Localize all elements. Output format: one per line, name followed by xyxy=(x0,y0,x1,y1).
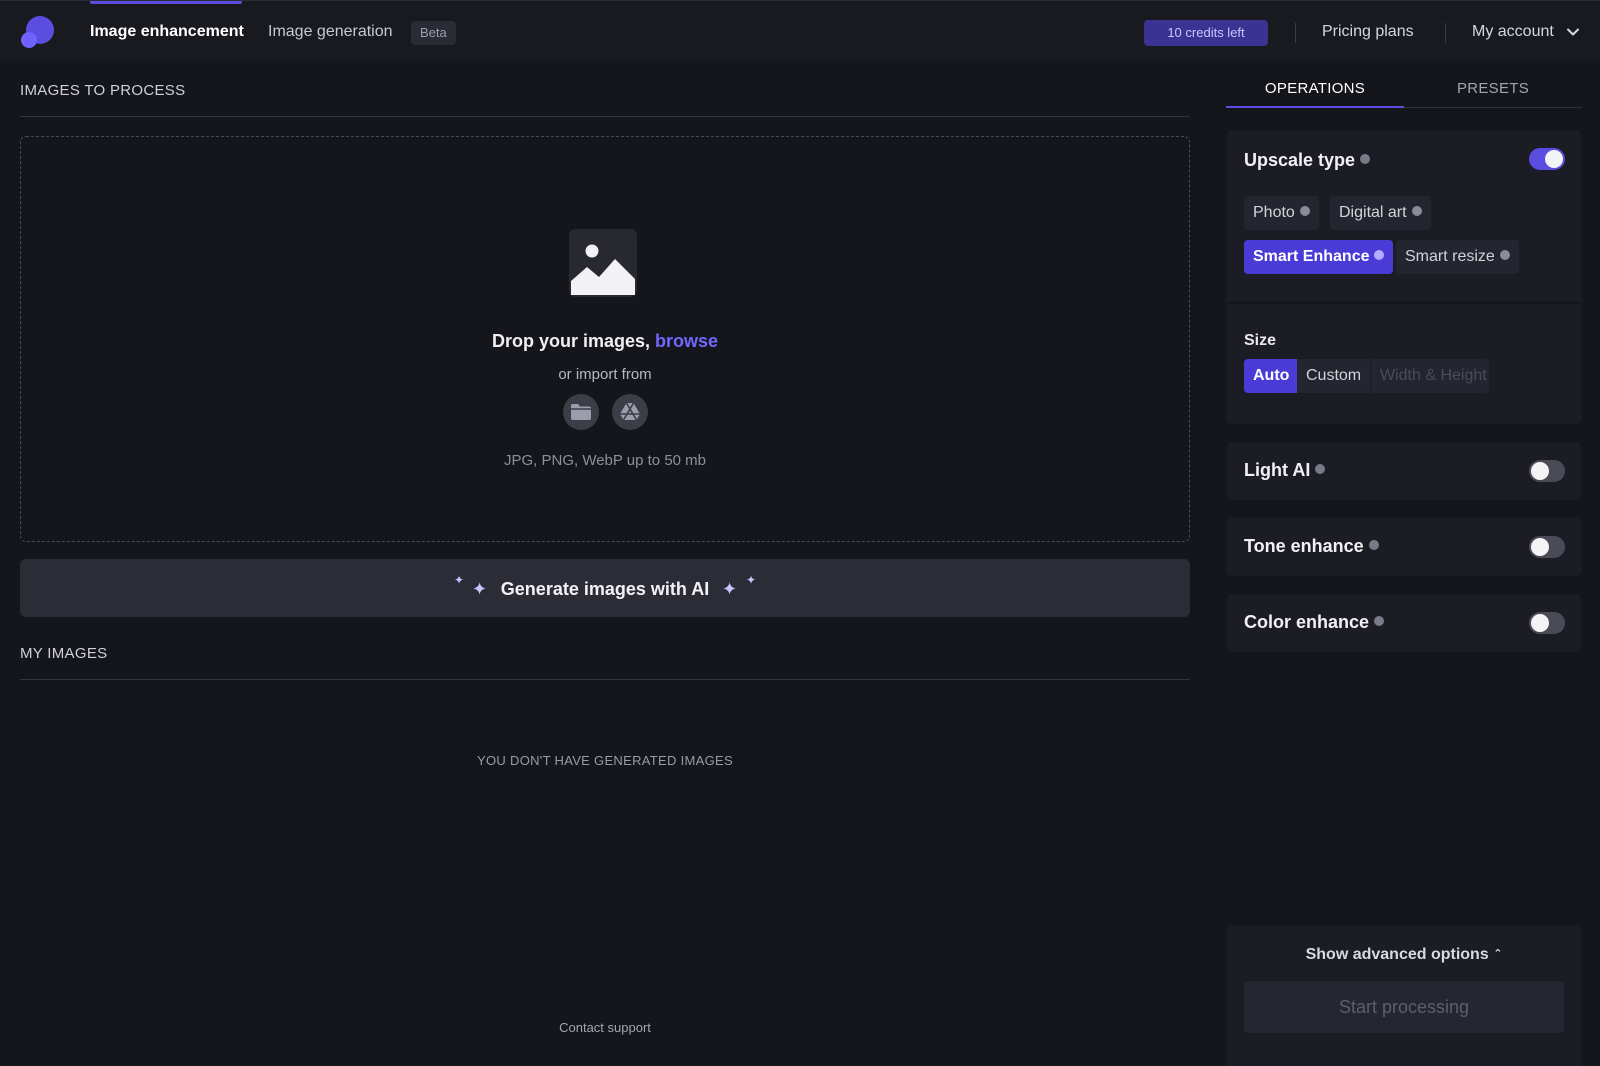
app-logo[interactable] xyxy=(20,15,56,49)
show-advanced-options-button[interactable]: Show advanced options ⌃ xyxy=(1226,946,1582,964)
light-ai-title: Light AI xyxy=(1244,460,1326,481)
option-label: Digital art xyxy=(1339,204,1407,221)
start-processing-button[interactable]: Start processing xyxy=(1244,981,1564,1033)
nav-image-generation[interactable]: Image generation xyxy=(268,23,393,41)
drop-text: Drop your images, xyxy=(491,331,655,351)
advanced-label: Show advanced options xyxy=(1305,946,1489,963)
beta-badge: Beta xyxy=(411,21,456,45)
upscale-option-digital-art[interactable]: Digital art xyxy=(1330,196,1431,230)
info-icon[interactable] xyxy=(1360,154,1371,165)
chevron-down-icon[interactable] xyxy=(1566,25,1580,39)
upscale-option-smart-resize[interactable]: Smart resize xyxy=(1396,240,1519,274)
sparkle-icon: ✦ xyxy=(722,579,738,599)
info-icon[interactable] xyxy=(1499,249,1510,260)
upscale-option-photo[interactable]: Photo xyxy=(1244,196,1319,230)
tone-enhance-label: Tone enhance xyxy=(1244,536,1364,556)
color-enhance-label: Color enhance xyxy=(1244,612,1370,632)
empty-state-message: YOU DON'T HAVE GENERATED IMAGES xyxy=(477,753,733,768)
active-nav-indicator xyxy=(90,1,242,4)
upscale-type-title: Upscale type xyxy=(1244,150,1371,171)
light-ai-toggle[interactable] xyxy=(1529,460,1565,482)
info-icon[interactable] xyxy=(1299,205,1310,216)
import-google-drive-button[interactable] xyxy=(612,394,648,430)
top-bar: Image enhancement Image generation Beta … xyxy=(0,0,1600,63)
actions-card: Show advanced options ⌃ Start processing xyxy=(1226,926,1582,1066)
generate-label: Generate images with AI xyxy=(500,579,710,599)
info-icon[interactable] xyxy=(1315,464,1326,475)
divider xyxy=(1445,23,1446,43)
pricing-plans-link[interactable]: Pricing plans xyxy=(1322,23,1414,41)
my-images-title: MY IMAGES xyxy=(20,645,108,662)
import-folder-button[interactable] xyxy=(563,394,599,430)
info-icon[interactable] xyxy=(1374,249,1385,260)
option-label: Smart Enhance xyxy=(1253,248,1370,265)
divider xyxy=(1295,23,1296,43)
contact-support-link[interactable]: Contact support xyxy=(0,1020,1210,1035)
toggle-knob xyxy=(1531,538,1549,556)
drop-instructions: Drop your images, browse xyxy=(0,331,1210,352)
upscale-type-label: Upscale type xyxy=(1244,150,1356,170)
tone-enhance-toggle[interactable] xyxy=(1529,536,1565,558)
option-label: Photo xyxy=(1253,204,1295,221)
image-placeholder-icon xyxy=(569,229,637,297)
browse-link[interactable]: browse xyxy=(655,331,718,351)
divider xyxy=(20,679,1190,680)
active-tab-indicator xyxy=(1226,106,1404,108)
size-title: Size xyxy=(1244,332,1277,349)
info-icon[interactable] xyxy=(1368,540,1379,551)
size-auto-button[interactable]: Auto xyxy=(1244,359,1299,393)
option-label: Smart resize xyxy=(1405,248,1495,265)
width-height-input[interactable]: Width & Height xyxy=(1371,359,1489,393)
upscale-toggle[interactable] xyxy=(1529,148,1565,170)
light-ai-card: Light AI xyxy=(1226,442,1582,500)
nav-image-enhancement[interactable]: Image enhancement xyxy=(90,23,244,41)
folder-icon xyxy=(571,404,591,420)
google-drive-icon xyxy=(620,402,640,421)
color-enhance-title: Color enhance xyxy=(1244,612,1385,633)
light-ai-label: Light AI xyxy=(1244,460,1311,480)
info-icon[interactable] xyxy=(1374,616,1385,627)
info-icon[interactable] xyxy=(1411,205,1422,216)
toggle-knob xyxy=(1531,462,1549,480)
upscale-option-smart-enhance[interactable]: Smart Enhance xyxy=(1244,240,1394,274)
generate-with-ai-button[interactable]: ✦ ✦ Generate images with AI ✦ ✦ xyxy=(20,559,1190,617)
tab-presets[interactable]: PRESETS xyxy=(1404,80,1582,108)
chevron-up-icon: ⌃ xyxy=(1493,948,1503,960)
supported-formats: JPG, PNG, WebP up to 50 mb xyxy=(503,452,707,469)
my-account-menu[interactable]: My account xyxy=(1472,23,1554,41)
upscale-card: Upscale type Photo Digital art Smart Enh… xyxy=(1226,130,1582,424)
size-custom-button[interactable]: Custom xyxy=(1297,359,1371,393)
credits-badge[interactable]: 10 credits left xyxy=(1144,20,1268,46)
divider xyxy=(20,116,1190,117)
divider xyxy=(1226,302,1582,304)
tab-operations[interactable]: OPERATIONS xyxy=(1226,80,1404,108)
color-enhance-toggle[interactable] xyxy=(1529,612,1565,634)
color-enhance-card: Color enhance xyxy=(1226,594,1582,652)
toggle-knob xyxy=(1545,150,1563,168)
import-text: or import from xyxy=(558,366,652,383)
tone-enhance-card: Tone enhance xyxy=(1226,518,1582,576)
images-to-process-title: IMAGES TO PROCESS xyxy=(20,82,186,99)
toggle-knob xyxy=(1531,614,1549,632)
tone-enhance-title: Tone enhance xyxy=(1244,536,1379,557)
sparkle-icon: ✦ xyxy=(746,573,757,587)
